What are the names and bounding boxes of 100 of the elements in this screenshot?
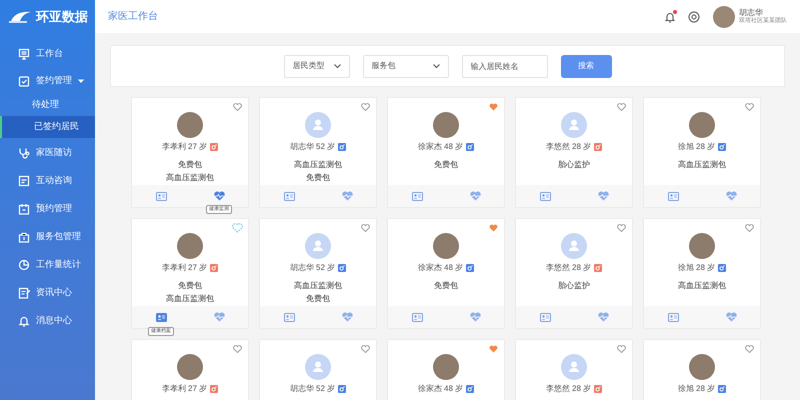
resident-card[interactable]: 徐旭 28 岁 [643,339,761,400]
bag-icon [18,230,30,242]
package-name: 胎心监护 [558,280,590,292]
resident-name: 李孝利 27 岁 [162,141,208,153]
heart-pulse-icon[interactable] [214,191,224,201]
resident-name: 胡志华 52 岁 [290,262,336,274]
resident-card[interactable]: 徐旭 28 岁 高血压监测包 [643,218,761,329]
heart-pulse-icon[interactable] [470,312,480,322]
sidebar-subitem[interactable]: 待处理 [0,94,95,116]
heart-pulse-icon[interactable] [598,312,608,322]
heart-icon[interactable] [233,103,242,111]
sidebar-item[interactable]: 消息中心 [0,307,95,334]
resident-card[interactable]: 李悠然 28 岁 胎心监护 [515,218,633,329]
person-avatar-icon [561,354,587,380]
id-card-icon[interactable] [156,192,166,200]
heart-icon[interactable] [745,103,754,111]
heart-icon[interactable] [745,345,754,353]
resident-card[interactable]: 李孝利 27 岁 [131,339,249,400]
resident-name: 胡志华 52 岁 [290,383,336,395]
heart-icon[interactable] [361,103,370,111]
heart-icon[interactable] [361,224,370,232]
package-name: 高血压监测包 [294,159,342,171]
resident-card[interactable]: 李悠然 28 岁 胎心监护 [515,97,633,208]
chevron-down-icon [334,64,340,68]
resident-name: 徐旭 28 岁 [678,383,716,395]
id-card-icon[interactable] [156,312,166,322]
pie-chart-icon [18,258,30,270]
id-card-icon[interactable] [540,312,550,322]
resident-card[interactable]: 徐旭 28 岁 高血压监测包 [643,97,761,208]
user-name: 胡志华 [739,8,763,18]
document-icon [18,286,30,298]
photo-placeholder [177,112,203,138]
id-card-icon[interactable] [668,192,678,200]
dropdown[interactable]: 服务包 [362,54,448,78]
heart-pulse-icon[interactable] [342,191,352,201]
photo-placeholder [433,233,459,259]
resident-name: 李悠然 28 岁 [546,383,592,395]
settings-icon[interactable] [688,10,700,22]
resident-card[interactable]: 胡志华 52 岁 高血压监测包 免费包 [259,218,377,329]
heart-icon[interactable] [232,223,243,233]
resident-name: 徐家杰 48 岁 [418,141,464,153]
avatar-photo-placeholder [713,6,735,28]
photo-placeholder [689,233,715,259]
sidebar-item[interactable]: 服务包管理 [0,223,95,250]
message-square-icon [18,174,30,186]
heart-icon[interactable] [489,345,498,353]
sidebar-item[interactable]: 预约管理 [0,195,95,222]
photo-placeholder [433,112,459,138]
heart-pulse-icon[interactable] [470,191,480,201]
bell-icon [18,314,30,326]
sidebar-item[interactable]: 工作台 [0,40,95,67]
resident-card[interactable]: 胡志华 52 岁 [259,339,377,400]
resident-card[interactable]: 徐家杰 48 岁 免费包 [387,218,505,329]
package-name: 胎心监护 [558,159,590,171]
package-name: 高血压监测包 [678,280,726,292]
heart-icon[interactable] [745,224,754,232]
heart-icon[interactable] [361,345,370,353]
photo-placeholder [177,354,203,380]
sidebar-item[interactable]: 家医随访 [0,139,95,166]
person-avatar-icon [305,354,331,380]
heart-icon[interactable] [617,345,626,353]
heart-pulse-icon[interactable] [598,191,608,201]
heart-icon[interactable] [617,224,626,232]
id-card-icon[interactable] [284,192,294,200]
sidebar-item[interactable]: 签约管理 [0,67,95,94]
person-avatar-icon [561,233,587,259]
bell-icon[interactable] [664,10,676,22]
heart-pulse-icon[interactable] [342,312,352,322]
chevron-down-icon [432,64,440,68]
heart-pulse-icon[interactable] [214,312,224,322]
page-title: 家医工作台 [108,10,158,24]
package-name: 免费包 [434,280,458,292]
resident-name: 李悠然 28 岁 [546,262,592,274]
heart-icon[interactable] [489,224,498,232]
heart-icon[interactable] [233,345,242,353]
sidebar-item[interactable]: 工作量统计 [0,251,95,278]
heart-icon[interactable] [489,103,498,111]
package-name: 免费包 [434,159,458,171]
name-input-field[interactable]: 输入居民姓名 [462,54,548,78]
id-card-icon[interactable] [668,312,678,322]
heart-icon[interactable] [617,103,626,111]
id-card-icon[interactable] [284,312,294,322]
package-name: 高血压监测包 [294,280,342,292]
resident-name: 李悠然 28 岁 [546,141,592,153]
id-card-icon[interactable] [412,192,422,200]
sidebar-subitem[interactable]: 已签约居民 [0,116,95,138]
resident-card[interactable]: 徐家杰 48 岁 [387,339,505,400]
id-card-icon[interactable] [540,192,550,200]
package-name: 免费包 [178,159,202,171]
resident-card[interactable]: 徐家杰 48 岁 免费包 [387,97,505,208]
dropdown[interactable]: 居民类型 [284,54,350,78]
resident-card[interactable]: 李悠然 28 岁 [515,339,633,400]
resident-name: 胡志华 52 岁 [290,141,336,153]
monitor-icon [18,48,30,60]
id-card-icon[interactable] [412,312,422,322]
sidebar-item[interactable]: 资讯中心 [0,279,95,306]
resident-card[interactable]: 胡志华 52 岁 高血压监测包 免费包 [259,97,377,208]
heart-pulse-icon[interactable] [726,312,736,322]
sidebar-item[interactable]: 互动咨询 [0,167,95,194]
heart-pulse-icon[interactable] [726,191,736,201]
